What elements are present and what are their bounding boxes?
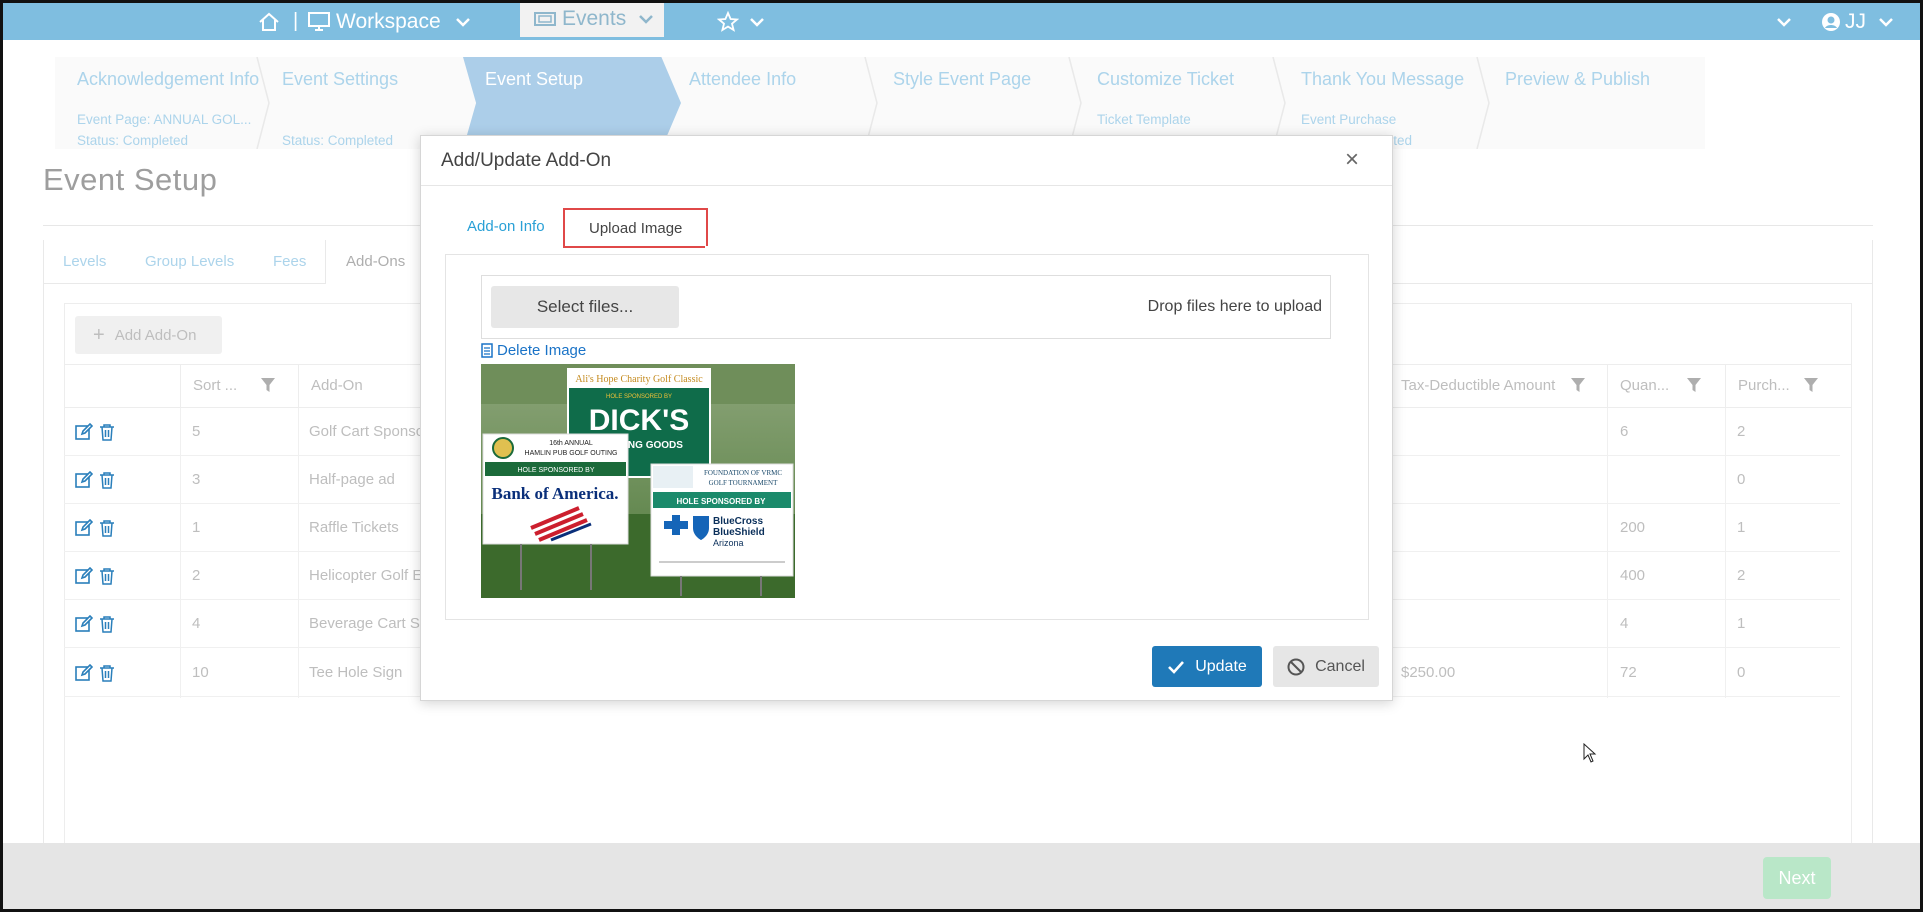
nav-more-dropdown[interactable] — [1776, 3, 1792, 40]
cancel-label: Cancel — [1315, 657, 1365, 675]
workspace-menu[interactable]: Workspace — [308, 3, 471, 40]
chevron-down-icon — [455, 17, 470, 27]
select-files-button[interactable]: Select files... — [491, 286, 679, 328]
dialog-header: Add/Update Add-On × — [421, 136, 1392, 186]
cancel-button[interactable]: Cancel — [1273, 646, 1379, 687]
home-button[interactable] — [258, 3, 280, 40]
user-menu[interactable]: JJ — [1821, 3, 1894, 40]
sign-left-brand: Bank of America. — [491, 484, 618, 503]
checkmark-icon — [1168, 660, 1185, 674]
cancel-icon — [1287, 658, 1305, 675]
chevron-down-icon — [750, 17, 764, 27]
add-update-addon-dialog: Add/Update Add-On × Add-on Info Upload I… — [420, 135, 1393, 701]
nav-divider: | — [293, 10, 299, 32]
monitor-icon — [308, 12, 330, 31]
sign-right-line1: FOUNDATION OF VRMC — [704, 469, 782, 477]
chevron-down-icon — [1777, 17, 1791, 27]
top-nav-bar: | Workspace JJ — [3, 3, 1920, 40]
drop-files-hint: Drop files here to upload — [1147, 298, 1322, 315]
chevron-down-icon — [639, 14, 654, 24]
sign-top-title: Ali's Hope Charity Golf Classic — [575, 374, 703, 385]
addon-image-preview: Ali's Hope Charity Golf Classic HOLE SPO… — [481, 364, 795, 598]
tab-highlight-bottom — [563, 246, 705, 248]
ticket-icon — [534, 11, 556, 26]
dialog-title: Add/Update Add-On — [441, 150, 612, 171]
mouse-cursor-icon — [1583, 743, 1597, 763]
update-label: Update — [1195, 657, 1247, 675]
favorites-menu[interactable] — [717, 3, 765, 40]
events-menu[interactable]: Events — [520, 0, 664, 37]
delete-image-link[interactable]: Delete Image — [481, 342, 586, 359]
update-button[interactable]: Update — [1152, 646, 1262, 687]
events-label: Events — [562, 6, 627, 30]
tab-addon-info[interactable]: Add-on Info — [443, 208, 569, 246]
golf-signs-photo: Ali's Hope Charity Golf Classic HOLE SPO… — [481, 364, 795, 598]
sign-left-line1: 16th ANNUAL — [549, 440, 593, 447]
sign-left-line2: HAMLIN PUB GOLF OUTING — [525, 450, 618, 457]
chevron-down-icon — [1879, 17, 1893, 27]
sign-right-line2: GOLF TOURNAMENT — [709, 479, 778, 487]
tab-upload-image[interactable]: Upload Image — [563, 208, 709, 246]
sign-left-sponsor: HOLE SPONSORED BY — [517, 467, 594, 474]
sign-right-brand2: BlueShield — [713, 527, 765, 538]
delete-image-icon — [481, 343, 493, 358]
home-icon — [259, 12, 279, 31]
sign-top-sponsor: HOLE SPONSORED BY — [606, 394, 672, 400]
user-initials: JJ — [1845, 9, 1866, 33]
sign-right-brand1: BlueCross — [713, 516, 763, 527]
sign-right-brand3: Arizona — [713, 538, 744, 548]
sign-top-brand-sub: TING GOODS — [619, 440, 683, 451]
sign-right-sponsor: HOLE SPONSORED BY — [677, 497, 767, 506]
star-icon — [717, 10, 739, 32]
sign-top-brand: DICK'S — [589, 404, 689, 437]
delete-image-label: Delete Image — [497, 342, 587, 359]
close-icon[interactable]: × — [1340, 146, 1364, 174]
workspace-label: Workspace — [336, 9, 441, 33]
user-avatar-icon — [1822, 12, 1840, 31]
